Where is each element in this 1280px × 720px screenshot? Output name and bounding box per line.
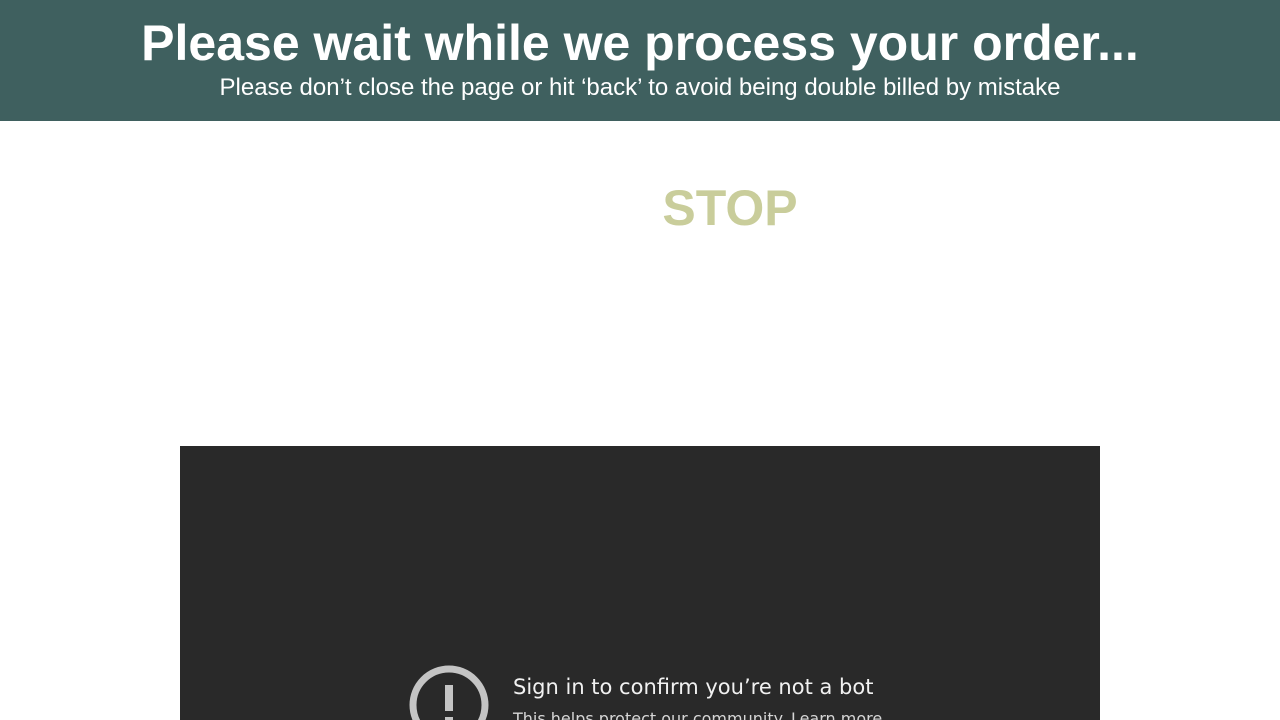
stop-heading: STOP [662, 180, 798, 236]
signin-title: Sign in to confirm you’re not a bot [513, 675, 874, 699]
banner-title: Please wait while we process your order.… [141, 15, 1139, 71]
warning-circle-icon [409, 665, 489, 720]
signin-subtitle: This helps protect our community. Learn … [513, 708, 882, 720]
signin-subtitle-text: This helps protect our community. [513, 709, 786, 720]
banner-subtitle: Please don’t close the page or hit ‘back… [219, 74, 1061, 101]
learn-more-link[interactable]: Learn more [791, 709, 882, 720]
embedded-video-player[interactable]: Sign in to confirm you’re not a bot This… [180, 446, 1100, 720]
processing-banner: Please wait while we process your order.… [0, 0, 1280, 121]
